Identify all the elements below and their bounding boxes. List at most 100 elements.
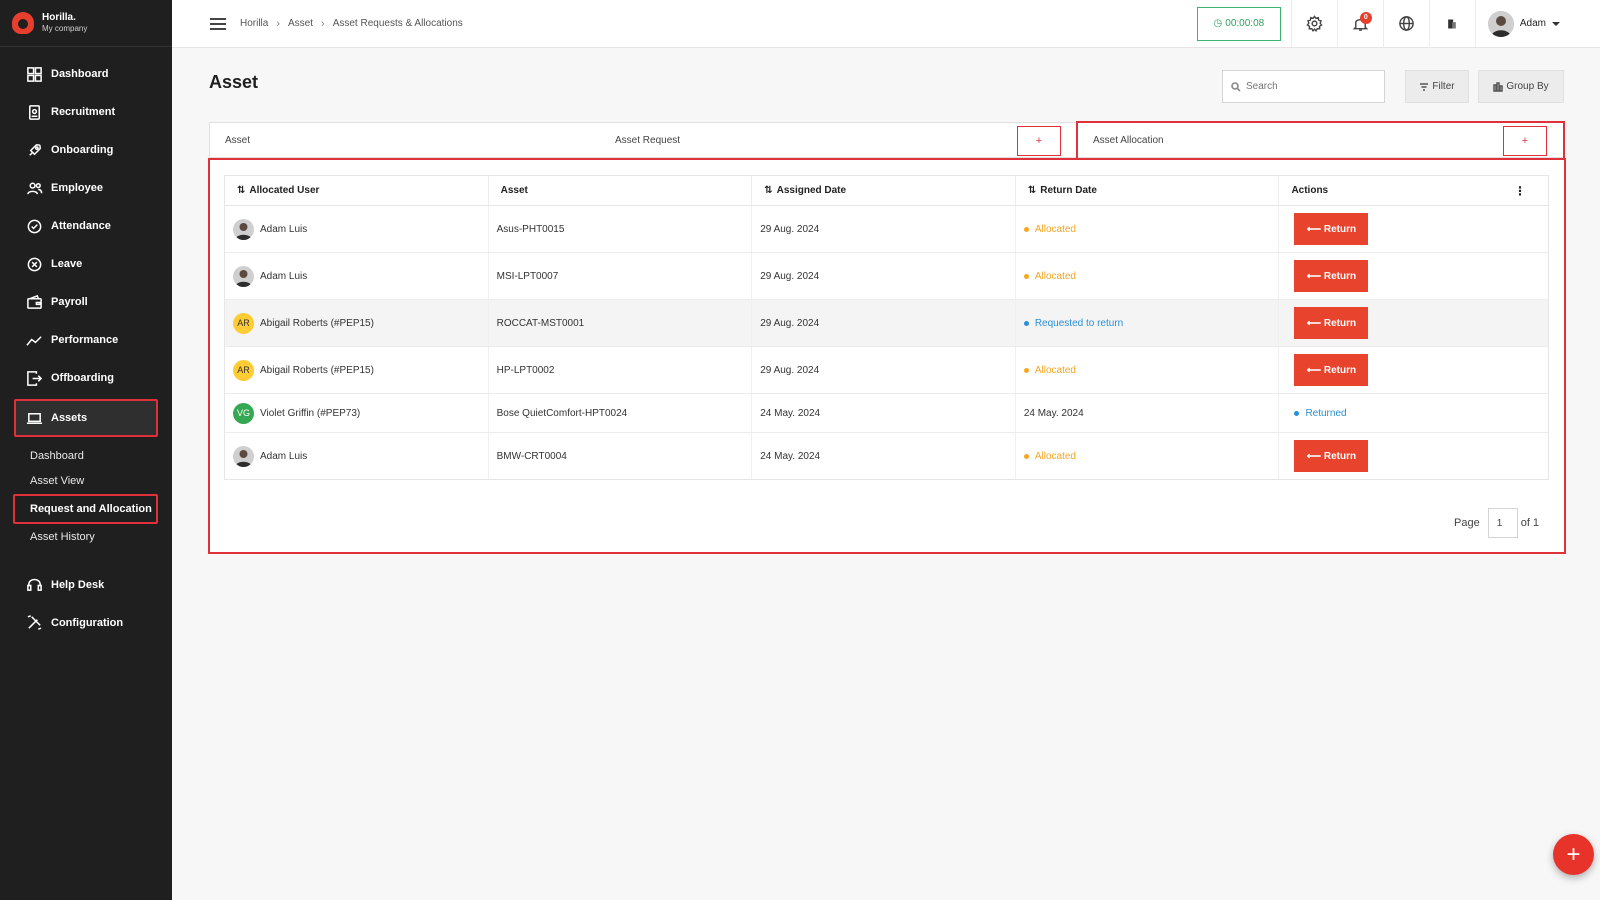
menu-toggle-icon[interactable] [210,17,226,30]
cell-allocated-user: AR Abigail Roberts (#PEP15) [225,347,489,393]
return-button[interactable]: ⟵ Return [1294,213,1369,245]
sort-icon: ⇅ [1027,185,1037,196]
rocket-icon [25,141,43,159]
page-total: of 1 [1520,517,1540,529]
sidebar-item-label: Performance [51,334,119,346]
breadcrumb-item-asset[interactable]: Asset [288,18,313,29]
cell-return-date: Allocated [1016,433,1280,479]
page-number-input[interactable]: 1 [1487,508,1518,538]
sidebar-item-label: Attendance [51,220,111,232]
column-options-icon[interactable]: ⋮ [1514,184,1526,198]
sidebar-item-attendance[interactable]: Attendance [0,207,172,245]
cell-return-date: Requested to return [1016,300,1280,346]
sidebar-item-help-desk[interactable]: Help Desk [0,566,172,604]
status-dot-icon [1294,410,1300,416]
sidebar-item-leave[interactable]: Leave [0,245,172,283]
return-button[interactable]: ⟵ Return [1294,260,1369,292]
assigned-date: 24 May. 2024 [760,407,821,419]
asset-name: Bose QuietComfort-HPT0024 [496,407,628,419]
table-row[interactable]: Adam Luis BMW-CRT0004 24 May. 2024 Allocate… [225,433,1548,479]
attendance-timer-button[interactable]: ◷ 00:00:08 [1196,6,1281,41]
sidebar-item-employee[interactable]: Employee [0,169,172,207]
asset-name: ROCCAT-MST0001 [496,317,585,329]
filter-icon [1420,82,1429,91]
tab-asset-request[interactable]: Asset Request [615,123,680,157]
horilla-logo-icon [12,12,34,34]
sidebar-item-label: Assets [51,412,88,424]
return-button[interactable]: ⟵ Return [1294,440,1369,472]
check-circle-icon [25,217,43,235]
user-name: Violet Griffin (#PEP73) [260,407,361,419]
table-row[interactable]: AR Abigail Roberts (#PEP15) HP-LPT0002 29 A… [225,347,1548,394]
avatar [233,445,254,467]
notifications-button[interactable]: 0 [1336,0,1383,48]
header-label: Assigned Date [776,185,847,196]
settings-button[interactable] [1290,0,1337,48]
submenu-item-request-and-allocation[interactable]: Request and Allocation [13,494,158,524]
cell-allocated-user: Adam Luis [225,433,489,479]
search-box[interactable] [1222,70,1385,103]
filter-label: Filter [1432,81,1455,92]
sidebar-item-label: Help Desk [51,578,105,591]
brand[interactable]: Horilla. My company [0,0,172,47]
filter-button[interactable]: Filter [1405,70,1469,103]
submenu-item-asset-history[interactable]: Asset History [0,524,172,550]
user-menu[interactable]: Adam [1474,0,1600,48]
avatar [233,265,254,287]
table-row[interactable]: AR Abigail Roberts (#PEP15) ROCCAT-MST0001… [225,300,1548,347]
sidebar-item-label: Leave [51,258,83,270]
sidebar-item-performance[interactable]: Performance [0,321,172,359]
table-row[interactable]: Adam Luis MSI-LPT0007 29 Aug. 2024 Allocate… [225,253,1548,300]
sidebar-item-recruitment[interactable]: Recruitment [0,93,172,131]
user-name: Adam Luis [260,223,308,235]
timer-value: 00:00:08 [1225,18,1265,29]
user-name: Adam [1519,18,1546,29]
return-button[interactable]: ⟵ Return [1294,307,1369,339]
table-row[interactable]: Adam Luis Asus-PHT0015 29 Aug. 2024 Allocat… [225,206,1548,253]
sidebar-item-offboarding[interactable]: Offboarding [0,359,172,397]
page-label: Page [1454,517,1480,529]
column-header-return-date[interactable]: ⇅ Return Date [1016,176,1280,205]
cell-asset: ROCCAT-MST0001 [489,300,753,346]
return-button[interactable]: ⟵ Return [1294,354,1369,386]
exit-icon [25,369,43,387]
submenu-item-dashboard[interactable]: Dashboard [0,443,172,469]
breadcrumb-item-current: Asset Requests & Allocations [332,18,463,29]
table-row[interactable]: VG Violet Griffin (#PEP73) Bose QuietComfo… [225,394,1548,433]
brand-name: Horilla. [42,12,76,23]
search-input[interactable] [1246,81,1376,92]
return-date: 24 May. 2024 [1023,407,1084,419]
tab-asset[interactable]: Asset [225,123,250,157]
breadcrumb-item-home[interactable]: Horilla [240,18,268,29]
cell-actions: ⟵ Return [1279,206,1548,252]
sidebar-item-payroll[interactable]: Payroll [0,283,172,321]
avatar [1487,10,1514,37]
status-text: Returned [1305,407,1347,419]
pagination: Page 1 of 1 [1454,508,1539,538]
submenu-item-asset-view[interactable]: Asset View [0,469,172,495]
laptop-icon [25,409,43,427]
column-header-assigned-date[interactable]: ⇅ Assigned Date [752,176,1016,205]
sidebar-item-onboarding[interactable]: Onboarding [0,131,172,169]
asset-name: MSI-LPT0007 [496,270,559,282]
cell-return-date: 24 May. 2024 [1016,394,1280,432]
sidebar-item-configuration[interactable]: Configuration [0,604,172,642]
column-header-asset: Asset [489,176,753,205]
header-label: Asset [500,185,528,196]
status-text: Requested to return [1034,317,1124,329]
group-by-button[interactable]: Group By [1478,70,1564,103]
user-name: Adam Luis [260,450,308,462]
sidebar-item-assets[interactable]: Assets [14,399,158,437]
table-body: Adam Luis Asus-PHT0015 29 Aug. 2024 Allocat… [225,206,1548,479]
sort-icon: ⇅ [237,185,246,196]
status-badge: Allocated [1023,365,1076,376]
recruitment-icon [25,103,43,121]
company-switch-button[interactable] [1428,0,1475,48]
sidebar-item-dashboard[interactable]: Dashboard [0,55,172,93]
header-label: Allocated User [249,185,320,196]
column-header-allocated-user[interactable]: ⇅ Allocated User [225,176,489,205]
add-asset-request-button[interactable]: + [1017,126,1061,156]
building-icon [1448,19,1457,28]
quick-add-button[interactable]: + [1553,834,1594,875]
language-button[interactable] [1382,0,1429,48]
